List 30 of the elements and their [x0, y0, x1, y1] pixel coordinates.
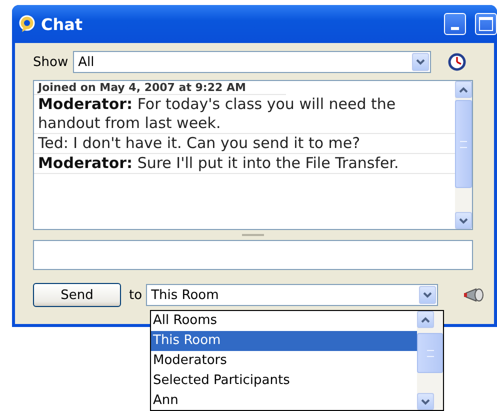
- recipient-option[interactable]: Ann: [151, 391, 417, 411]
- window-title: Chat: [41, 14, 84, 34]
- show-dropdown[interactable]: All: [73, 51, 432, 73]
- maximize-button[interactable]: [475, 13, 497, 35]
- scrollbar[interactable]: [417, 311, 443, 410]
- scroll-down-button[interactable]: [455, 212, 472, 229]
- scroll-up-button[interactable]: [417, 311, 434, 328]
- splitter-handle[interactable]: [242, 234, 264, 236]
- show-label: Show: [33, 54, 68, 70]
- to-label: to: [129, 288, 142, 302]
- scrollbar-thumb[interactable]: [417, 333, 443, 373]
- scrollbar[interactable]: [455, 81, 472, 229]
- chat-message: Moderator: For today's class you will need the handout from last week.: [34, 95, 455, 134]
- recipient-option[interactable]: All Rooms: [151, 311, 417, 331]
- scroll-down-button[interactable]: [417, 393, 434, 410]
- minimize-button[interactable]: [444, 13, 466, 35]
- recipient-option[interactable]: Moderators: [151, 351, 417, 371]
- chat-message: Ted: I don't have it. Can you send it to me?: [34, 134, 455, 154]
- chat-message: Moderator: Sure I'll put it into the File Transfer.: [34, 154, 455, 174]
- recipient-option[interactable]: This Room: [151, 331, 417, 351]
- chat-bubble-icon: [18, 15, 36, 33]
- scrollbar-thumb[interactable]: [455, 100, 472, 188]
- send-button[interactable]: Send: [33, 283, 121, 307]
- chat-message: Joined on May 4, 2007 at 9:22 AM: [34, 81, 286, 95]
- recipient-dropdown[interactable]: This Room: [146, 284, 438, 306]
- recipient-option[interactable]: Selected Participants: [151, 371, 417, 391]
- scroll-up-button[interactable]: [455, 81, 472, 98]
- megaphone-icon[interactable]: [464, 287, 486, 303]
- clock-icon[interactable]: [448, 53, 466, 71]
- message-input-field[interactable]: [33, 240, 473, 270]
